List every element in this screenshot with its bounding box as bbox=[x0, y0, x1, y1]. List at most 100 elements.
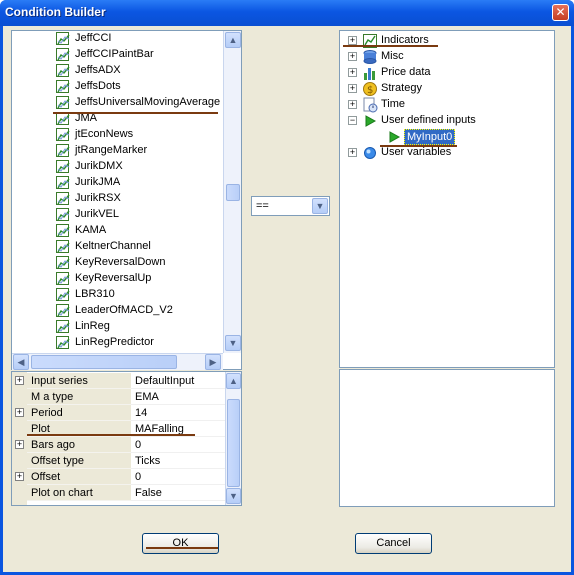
list-item-label: JeffsUniversalMovingAverage bbox=[75, 96, 221, 108]
list-item[interactable]: JurikDMX bbox=[56, 159, 223, 175]
expand-icon[interactable]: + bbox=[15, 472, 24, 481]
expand-icon[interactable]: + bbox=[348, 84, 357, 93]
collapse-icon[interactable]: − bbox=[348, 116, 357, 125]
window-title: Condition Builder bbox=[5, 5, 106, 19]
play-arrow-icon bbox=[386, 129, 402, 145]
indicator-list[interactable]: JeffCCI JeffCCIPaintBar JeffsADX JeffsDots J… bbox=[11, 30, 242, 370]
list-item-label: JeffCCIPaintBar bbox=[75, 48, 154, 60]
title-bar[interactable]: Condition Builder ✕ bbox=[0, 0, 574, 26]
list-item[interactable]: JeffCCIPaintBar bbox=[56, 47, 223, 63]
expand-icon[interactable]: + bbox=[348, 36, 357, 45]
indicator-chart-icon bbox=[56, 144, 70, 157]
list-item[interactable]: jtEconNews bbox=[56, 127, 223, 143]
tree-node[interactable]: + $ Strategy bbox=[348, 81, 540, 97]
data-source-tree[interactable]: + Indicators + Misc + Price data + $ Strategy + Ti… bbox=[339, 30, 555, 368]
hscroll-thumb[interactable] bbox=[31, 355, 177, 369]
list-item[interactable]: LinRegPredictor bbox=[56, 335, 223, 351]
list-item-label: LinRegPredictor bbox=[75, 336, 154, 348]
property-name: M a type bbox=[27, 389, 131, 405]
list-item[interactable]: KeyReversalDown bbox=[56, 255, 223, 271]
indicator-chart-icon bbox=[56, 288, 70, 301]
list-item[interactable]: JurikJMA bbox=[56, 175, 223, 191]
property-row[interactable]: M a type EMA bbox=[12, 389, 225, 405]
expand-icon[interactable]: + bbox=[348, 148, 357, 157]
property-value[interactable]: 0 bbox=[131, 469, 225, 485]
scroll-up-button[interactable]: ▲ bbox=[225, 32, 241, 48]
indicator-chart-icon bbox=[56, 80, 70, 93]
property-row[interactable]: + Offset 0 bbox=[12, 469, 225, 485]
list-item[interactable]: JurikVEL bbox=[56, 207, 223, 223]
list-item[interactable]: JeffsDots bbox=[56, 79, 223, 95]
list-item-label: KeltnerChannel bbox=[75, 240, 151, 252]
tree-node-label: User variables bbox=[381, 146, 452, 158]
property-value[interactable]: EMA bbox=[131, 389, 225, 405]
list-item-label: KAMA bbox=[75, 224, 107, 236]
expand-icon[interactable]: + bbox=[348, 68, 357, 77]
indicator-chart-icon bbox=[56, 304, 70, 317]
list-item[interactable]: KeltnerChannel bbox=[56, 239, 223, 255]
properties-vscrollbar[interactable]: ▲ ▼ bbox=[225, 372, 241, 505]
tree-node[interactable]: + User variables bbox=[348, 145, 540, 161]
list-item[interactable]: JurikRSX bbox=[56, 191, 223, 207]
operator-combo[interactable]: == ▼ bbox=[251, 196, 330, 216]
props-vscroll-thumb[interactable] bbox=[227, 399, 240, 487]
expand-icon[interactable]: + bbox=[15, 408, 24, 417]
chevron-down-icon[interactable]: ▼ bbox=[312, 198, 328, 214]
scroll-down-button[interactable]: ▼ bbox=[225, 335, 241, 351]
list-item[interactable]: LeaderOfMACD_V2 bbox=[56, 303, 223, 319]
ok-button[interactable]: OK bbox=[142, 533, 219, 554]
list-item[interactable]: LinReg bbox=[56, 319, 223, 335]
tree-node[interactable]: + Price data bbox=[348, 65, 540, 81]
list-item-label: KeyReversalDown bbox=[75, 256, 166, 268]
cancel-button[interactable]: Cancel bbox=[355, 533, 432, 554]
list-item[interactable]: JeffsADX bbox=[56, 63, 223, 79]
list-item[interactable]: jtRangeMarker bbox=[56, 143, 223, 159]
scroll-right-button[interactable]: ▶ bbox=[205, 354, 221, 370]
props-scroll-up-button[interactable]: ▲ bbox=[226, 373, 241, 389]
list-item-label: JurikVEL bbox=[75, 208, 120, 220]
list-item[interactable]: JeffCCI bbox=[56, 31, 223, 47]
list-item-label: JurikJMA bbox=[75, 176, 121, 188]
property-row[interactable]: Offset type Ticks bbox=[12, 453, 225, 469]
indicator-list-vscrollbar[interactable]: ▲ ▼ bbox=[223, 31, 241, 353]
property-row[interactable]: + Bars ago 0 bbox=[12, 437, 225, 453]
property-value[interactable]: Ticks bbox=[131, 453, 225, 469]
indicator-chart-icon bbox=[56, 224, 70, 237]
property-value[interactable]: False bbox=[131, 485, 225, 501]
bar-chart-icon bbox=[362, 65, 378, 81]
expand-icon[interactable]: + bbox=[15, 376, 24, 385]
expand-icon[interactable]: + bbox=[15, 440, 24, 449]
expand-icon[interactable]: + bbox=[348, 52, 357, 61]
annotation-underline-ok bbox=[146, 547, 218, 549]
tree-node[interactable]: + Time bbox=[348, 97, 540, 113]
props-scroll-down-button[interactable]: ▼ bbox=[226, 488, 241, 504]
list-item[interactable]: KeyReversalUp bbox=[56, 271, 223, 287]
vscroll-thumb[interactable] bbox=[226, 184, 240, 201]
expand-icon[interactable]: + bbox=[348, 100, 357, 109]
list-item-label: KeyReversalUp bbox=[75, 272, 152, 284]
tree-node[interactable]: − User defined inputs bbox=[348, 113, 540, 129]
properties-grid[interactable]: + Input series DefaultInput M a type EMA + Per… bbox=[11, 371, 242, 506]
close-button[interactable]: ✕ bbox=[552, 4, 569, 21]
indicator-chart-icon bbox=[56, 208, 70, 221]
tree-node-label: Price data bbox=[381, 66, 431, 78]
property-value[interactable]: DefaultInput bbox=[131, 373, 225, 389]
property-value[interactable]: 0 bbox=[131, 437, 225, 453]
property-row[interactable]: + Input series DefaultInput bbox=[12, 373, 225, 389]
property-name: Offset type bbox=[27, 453, 131, 469]
property-value[interactable]: 14 bbox=[131, 405, 225, 421]
indicator-list-hscrollbar[interactable]: ◀ ▶ bbox=[12, 353, 223, 370]
tree-node[interactable]: + Misc bbox=[348, 49, 540, 65]
list-item-label: jtEconNews bbox=[75, 128, 134, 140]
indicator-chart-icon bbox=[56, 96, 70, 109]
list-item-label: jtRangeMarker bbox=[75, 144, 148, 156]
list-item[interactable]: LBR310 bbox=[56, 287, 223, 303]
list-item-label: LinReg bbox=[75, 320, 110, 332]
property-row[interactable]: Plot on chart False bbox=[12, 485, 225, 501]
list-item[interactable]: KAMA bbox=[56, 223, 223, 239]
scroll-left-button[interactable]: ◀ bbox=[13, 354, 29, 370]
property-row[interactable]: + Period 14 bbox=[12, 405, 225, 421]
tree-node[interactable]: MyInput0 bbox=[364, 129, 540, 145]
indicator-chart-icon bbox=[56, 32, 70, 45]
list-item[interactable]: JeffsUniversalMovingAverage bbox=[56, 95, 223, 111]
